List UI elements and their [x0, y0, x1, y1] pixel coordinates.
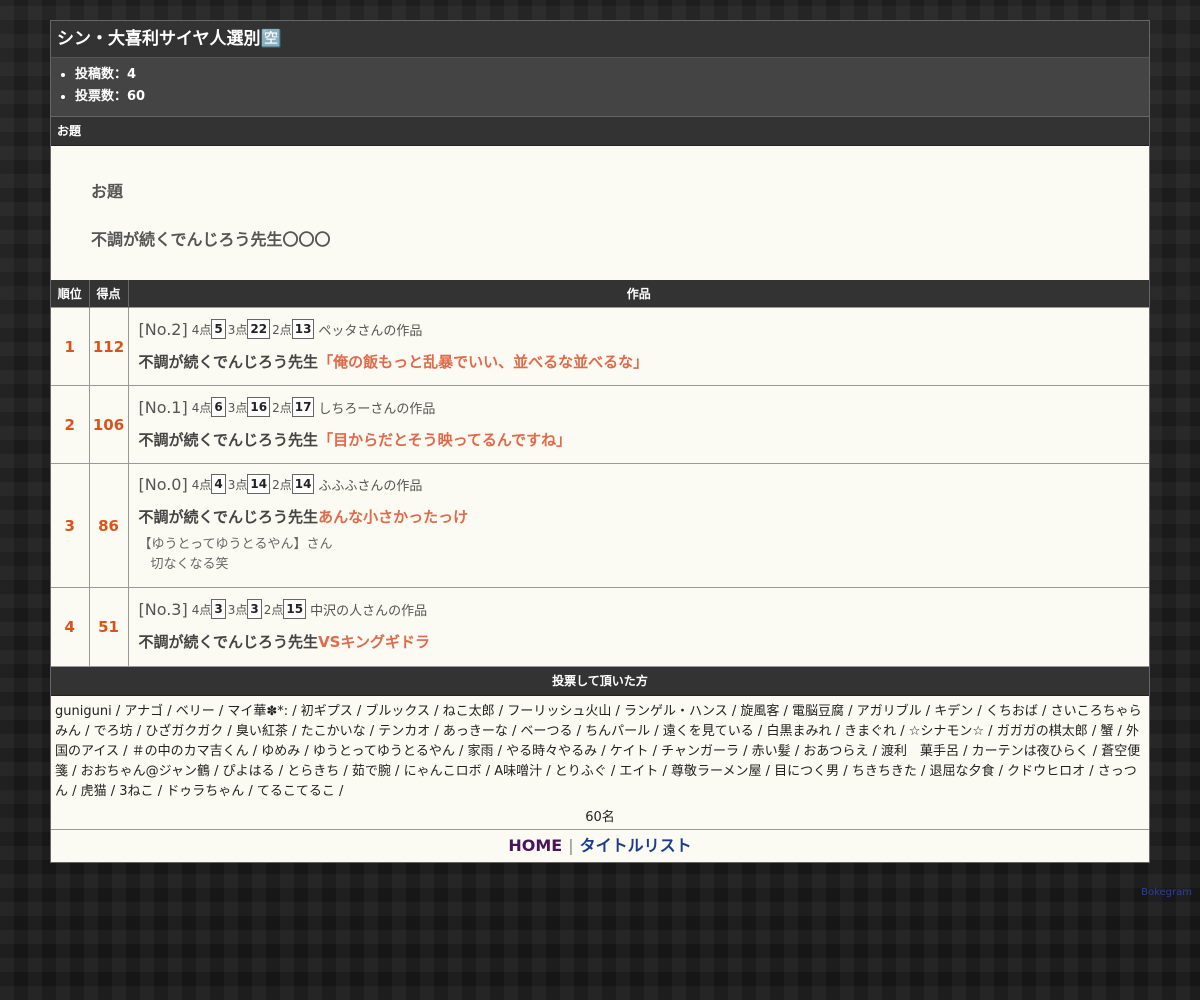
- points-2-count: 14: [291, 474, 315, 494]
- points-3-label: 3点: [227, 400, 248, 415]
- entry-author: ふふふさんの作品: [318, 478, 423, 494]
- entry-author: ペッタさんの作品: [318, 323, 423, 339]
- points-2-label: 2点: [272, 477, 292, 492]
- rank-cell: 2: [51, 385, 90, 464]
- credit-link[interactable]: Bokegram: [1141, 887, 1192, 898]
- score-cell: 86: [89, 463, 129, 588]
- points-2-label: 2点: [263, 602, 284, 617]
- score-cell: 106: [89, 385, 129, 464]
- answer-prefix: 不調が続くでんじろう先生: [138, 508, 319, 526]
- odai-body: お題 不調が続くでんじろう先生〇〇〇: [51, 146, 1149, 280]
- work-column-header: 作品: [128, 280, 1149, 308]
- answer-text: 「目からだとそう映ってるんですね」: [318, 431, 572, 449]
- points-4-count: 5: [211, 319, 226, 339]
- points-3-count: 16: [247, 397, 271, 417]
- rank-cell: 1: [51, 307, 90, 386]
- answer-text: 「俺の飯もっと乱暴でいい、並べるな並べるな」: [318, 353, 649, 371]
- answer-text: VSキングギドラ: [318, 633, 431, 652]
- entry-number: [No.1]: [138, 397, 188, 417]
- answer-text: あんな小さかったっけ: [318, 508, 469, 526]
- entry-meta: [No.1] 4点 6 3点 16 2点 17 しちろーさんの作品: [139, 397, 1140, 417]
- points-3-count: 14: [247, 474, 271, 494]
- entry-answer: 不調が続くでんじろう先生「目からだとそう映ってるんですね」: [139, 429, 1140, 450]
- entry-meta: [No.0] 4点 4 3点 14 2点 14 ふふふさんの作品: [139, 474, 1140, 494]
- points-3-label: 3点: [227, 322, 248, 337]
- entry-meta: [No.3] 4点 3 3点 3 2点 15 中沢の人さんの作品: [138, 599, 1140, 620]
- points-3-count: 22: [247, 319, 271, 339]
- results-table: 順位 得点 作品 1 112 [No.2] 4点 5 3点 22 2点 13 ペ…: [51, 280, 1149, 666]
- rank-column-header: 順位: [51, 280, 90, 308]
- table-row: 4 51 [No.3] 4点 3 3点 3 2点 15 中沢の人さんの作品 不調…: [51, 587, 1149, 666]
- points-4-label: 4点: [191, 400, 212, 415]
- answer-prefix: 不調が続くでんじろう先生: [138, 353, 319, 371]
- odai-text: 不調が続くでんじろう先生〇〇〇: [91, 230, 331, 249]
- points-4-label: 4点: [191, 602, 212, 617]
- main-panel: シン・大喜利サイヤ人選別🈳 投稿数：4 投票数：60 お題 お題 不調が続くでん…: [50, 20, 1150, 863]
- table-row: 2 106 [No.1] 4点 6 3点 16 2点 17 しちろーさんの作品 …: [51, 385, 1149, 464]
- post-count: 投稿数：4: [75, 64, 1149, 86]
- points-3-label: 3点: [227, 477, 248, 492]
- points-2-count: 15: [283, 599, 307, 620]
- answer-prefix: 不調が続くでんじろう先生: [138, 633, 319, 652]
- footer-nav: HOME | タイトルリスト: [51, 828, 1149, 862]
- score-column-header: 得点: [89, 280, 129, 308]
- entry-number: [No.3]: [138, 599, 188, 619]
- stats-box: 投稿数：4 投票数：60: [51, 58, 1149, 117]
- odai-label: お題: [91, 182, 124, 201]
- entry-meta: [No.2] 4点 5 3点 22 2点 13 ペッタさんの作品: [139, 319, 1140, 339]
- nav-separator: |: [568, 835, 574, 855]
- points-4-label: 4点: [191, 322, 212, 337]
- comment-author: 【ゆうとってゆうとるやん】さん: [138, 537, 333, 552]
- points-3-count: 3: [247, 599, 262, 620]
- work-cell: [No.3] 4点 3 3点 3 2点 15 中沢の人さんの作品 不調が続くでん…: [128, 587, 1149, 666]
- vote-count: 投票数：60: [75, 86, 1149, 108]
- entry-author: 中沢の人さんの作品: [310, 603, 428, 619]
- points-2-label: 2点: [272, 400, 292, 415]
- points-2-count: 13: [291, 319, 315, 339]
- score-cell: 51: [89, 587, 129, 666]
- work-cell: [No.1] 4点 6 3点 16 2点 17 しちろーさんの作品 不調が続くで…: [128, 385, 1149, 464]
- voters-list: guniguni / アナゴ / ベリー / マイ華✽*: / 初ギプス / ブ…: [55, 703, 1142, 799]
- entry-number: [No.0]: [138, 474, 188, 494]
- rank-cell: 3: [51, 463, 90, 588]
- entry-author: しちろーさんの作品: [318, 401, 436, 417]
- comment-text: 切なくなる笑: [150, 557, 229, 572]
- work-cell: [No.0] 4点 4 3点 14 2点 14 ふふふさんの作品 不調が続くでん…: [128, 463, 1149, 588]
- odai-header: お題: [51, 117, 1149, 146]
- voters-header: 投票して頂いた方: [51, 665, 1149, 696]
- points-2-label: 2点: [272, 322, 292, 337]
- work-cell: [No.2] 4点 5 3点 22 2点 13 ペッタさんの作品 不調が続くでん…: [128, 307, 1149, 386]
- points-2-count: 17: [291, 397, 315, 417]
- points-4-count: 6: [211, 397, 226, 417]
- page-title: シン・大喜利サイヤ人選別🈳: [51, 21, 1149, 58]
- entry-comment: 【ゆうとってゆうとるやん】さん 切なくなる笑: [139, 535, 1140, 575]
- answer-prefix: 不調が続くでんじろう先生: [138, 431, 319, 449]
- home-link[interactable]: HOME: [508, 836, 562, 855]
- rank-cell: 4: [51, 587, 90, 666]
- points-3-label: 3点: [227, 602, 248, 617]
- points-4-count: 4: [211, 474, 226, 494]
- entry-answer: 不調が続くでんじろう先生VSキングギドラ: [139, 631, 1140, 652]
- entry-answer: 不調が続くでんじろう先生あんな小さかったっけ: [139, 506, 1140, 527]
- voter-count: 60名: [585, 809, 615, 825]
- points-4-label: 4点: [191, 477, 212, 492]
- points-4-count: 3: [211, 599, 226, 620]
- table-row: 3 86 [No.0] 4点 4 3点 14 2点 14 ふふふさんの作品 不調…: [51, 463, 1149, 588]
- entry-answer: 不調が続くでんじろう先生「俺の飯もっと乱暴でいい、並べるな並べるな」: [139, 351, 1140, 372]
- score-cell: 112: [89, 307, 129, 386]
- entry-number: [No.2]: [138, 319, 188, 339]
- title-list-link[interactable]: タイトルリスト: [580, 836, 692, 855]
- table-row: 1 112 [No.2] 4点 5 3点 22 2点 13 ペッタさんの作品 不…: [51, 307, 1149, 386]
